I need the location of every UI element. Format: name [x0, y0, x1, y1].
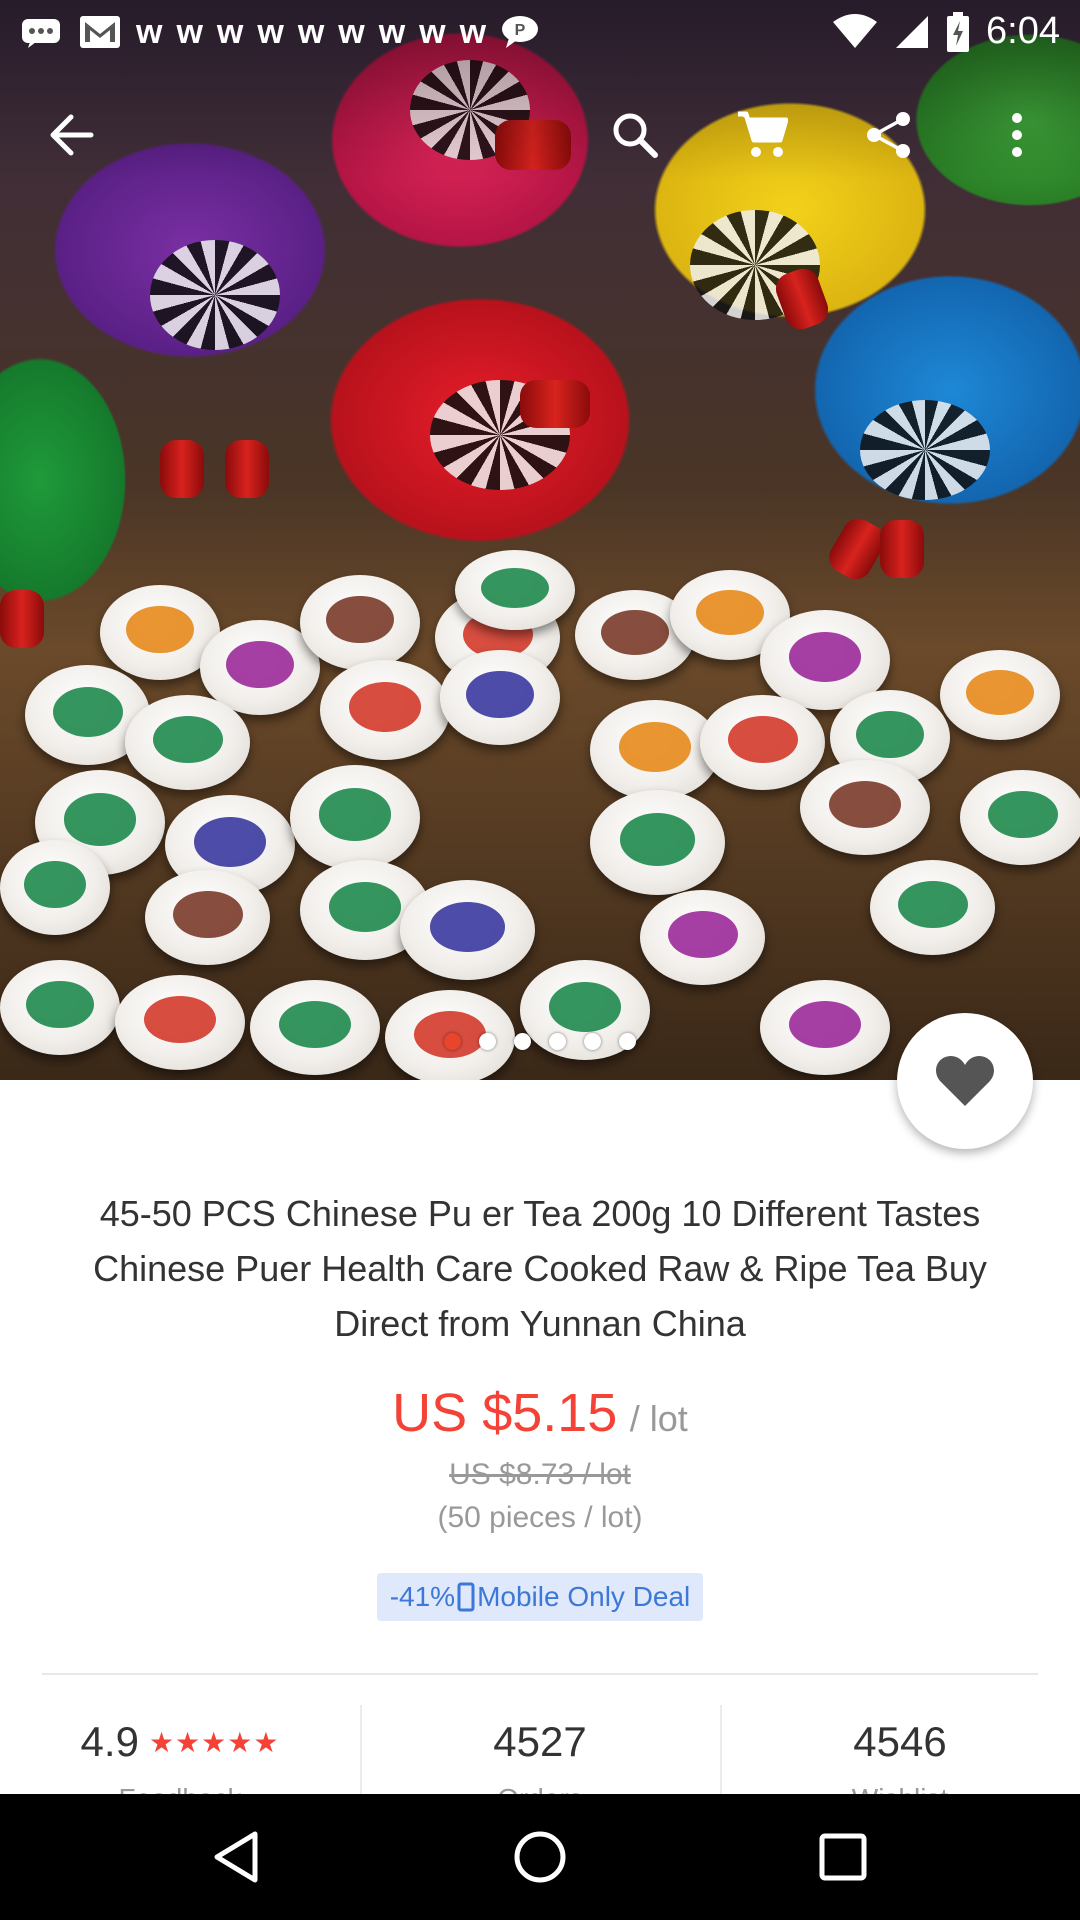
tea-cake — [0, 840, 110, 935]
w-icon: w — [419, 12, 446, 51]
system-nav-bar — [0, 1794, 1080, 1920]
gmail-icon — [80, 15, 120, 48]
nav-back-icon — [214, 1831, 258, 1883]
pager-dot-3[interactable] — [514, 1033, 531, 1050]
notification-icons: w w w w w w w w w P — [20, 14, 540, 50]
nav-home-button[interactable] — [500, 1819, 580, 1895]
pager-dot-1[interactable] — [444, 1033, 461, 1050]
cart-icon — [738, 111, 788, 157]
w-icon: w — [338, 12, 365, 51]
share-icon — [867, 112, 910, 158]
tea-cake — [700, 695, 825, 790]
bag-knot — [150, 240, 280, 350]
rating-value: 4.9 — [80, 1718, 139, 1765]
share-button[interactable] — [844, 90, 934, 180]
nav-recents-icon — [819, 1833, 867, 1881]
product-toolbar — [0, 90, 1080, 180]
pieces-per-lot: (50 pieces / lot) — [437, 1501, 643, 1534]
pager-dot-5[interactable] — [584, 1033, 601, 1050]
tea-cake — [440, 650, 560, 745]
bag-bead — [0, 590, 44, 648]
search-button[interactable] — [590, 90, 680, 180]
w-icon: w — [176, 12, 203, 51]
pager-dot-6[interactable] — [619, 1033, 636, 1050]
tea-cake — [115, 975, 245, 1070]
more-vert-icon — [1012, 113, 1022, 157]
price-row: US $5.15 / lot — [0, 1382, 1080, 1444]
w-icon: w — [297, 12, 325, 51]
cart-button[interactable] — [717, 90, 807, 180]
more-options-button[interactable] — [972, 90, 1062, 180]
pager-dot-2[interactable] — [479, 1033, 496, 1050]
price-unit: / lot — [629, 1398, 688, 1439]
phone-icon — [457, 1582, 475, 1612]
bag-bead — [880, 520, 924, 578]
tea-cake — [320, 660, 450, 760]
heart-icon — [936, 1056, 994, 1106]
wishlist-stat[interactable]: 4546 Wishlist — [720, 1705, 1080, 1814]
tea-cake — [960, 770, 1080, 865]
orders-count: 4527 — [493, 1718, 587, 1765]
bag-knot — [860, 400, 990, 500]
tea-cake — [300, 575, 420, 670]
svg-text:P: P — [515, 22, 526, 39]
tea-cake — [940, 650, 1060, 740]
deal-discount: -41% — [389, 1581, 456, 1612]
bag-bead — [520, 380, 590, 428]
orders-stat[interactable]: 4527 Orders — [360, 1705, 720, 1814]
w-icon: w — [459, 12, 487, 51]
battery-icon — [947, 11, 970, 52]
tea-cake — [125, 695, 250, 790]
w-icon: w — [216, 12, 244, 51]
w-icon: w — [136, 12, 163, 51]
tea-cake — [590, 790, 725, 895]
feedback-stat[interactable]: 4.9 ★★★★★ Feedback — [0, 1705, 360, 1814]
search-icon — [613, 113, 658, 158]
tea-cake — [455, 550, 575, 630]
section-divider — [42, 1673, 1038, 1675]
tea-cake — [400, 880, 535, 980]
wifi-icon — [833, 13, 878, 48]
status-time: 6:04 — [986, 10, 1060, 52]
chat-icon: P — [502, 15, 539, 48]
tea-cake — [250, 980, 380, 1075]
system-status: 6:04 — [832, 10, 1060, 53]
mobile-deal-badge: -41% Mobile Only Deal — [377, 1573, 703, 1621]
cell-signal-icon — [896, 15, 929, 48]
original-price: US $8.73 / lot — [449, 1458, 631, 1491]
status-bar: w w w w w w w w w P 6:04 — [0, 0, 1080, 63]
back-arrow-icon — [50, 114, 94, 156]
back-button[interactable] — [27, 90, 117, 180]
star-rating-icon: ★★★★★ — [148, 1726, 280, 1758]
tea-cake — [640, 890, 765, 985]
tea-cake — [760, 980, 890, 1075]
deal-label: Mobile Only Deal — [477, 1581, 691, 1612]
product-title: 45-50 PCS Chinese Pu er Tea 200g 10 Diff… — [93, 1193, 987, 1344]
w-icon: w — [378, 12, 406, 51]
tea-cake — [800, 760, 930, 855]
messenger-icon — [22, 18, 60, 48]
tea-cake — [145, 870, 270, 965]
bag-bead — [225, 440, 269, 498]
product-stats: 4.9 ★★★★★ Feedback 4527 Orders 4546 Wish… — [0, 1705, 1080, 1814]
tea-cake — [870, 860, 995, 955]
bag-bead — [160, 440, 204, 498]
nav-recents-button[interactable] — [803, 1819, 883, 1895]
nav-back-button[interactable] — [196, 1819, 276, 1895]
w-icon: w — [257, 12, 284, 51]
rating-row: 4.9 ★★★★★ — [0, 1705, 360, 1779]
current-price: US $5.15 — [392, 1383, 618, 1443]
pager-dot-4[interactable] — [549, 1033, 566, 1050]
tea-cake — [290, 765, 420, 870]
wishlist-button[interactable] — [897, 1013, 1033, 1149]
wishlist-count: 4546 — [853, 1718, 947, 1765]
nav-home-icon — [514, 1831, 566, 1883]
